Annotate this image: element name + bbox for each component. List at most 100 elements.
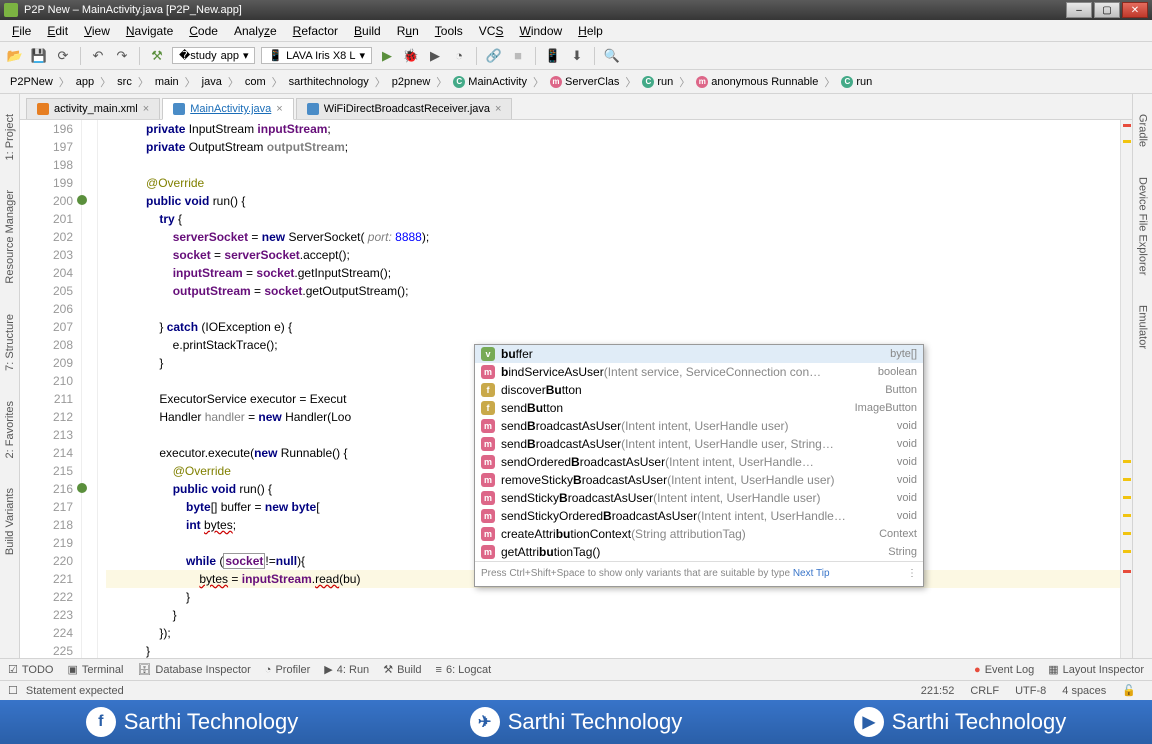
breadcrumb-item[interactable]: app — [72, 74, 98, 90]
sync-icon[interactable]: ⟳ — [54, 47, 72, 65]
breadcrumb-item[interactable]: Crun — [638, 74, 677, 90]
save-icon[interactable]: 💾 — [30, 47, 48, 65]
popup-menu-icon[interactable]: ⋮ — [907, 565, 917, 583]
run-icon[interactable]: ▶ — [378, 47, 396, 65]
caret-position[interactable]: 221:52 — [913, 685, 963, 697]
completion-item[interactable]: mgetAttributionTag()String — [475, 543, 923, 561]
close-button[interactable]: ✕ — [1122, 2, 1148, 18]
file-encoding[interactable]: UTF-8 — [1007, 685, 1054, 697]
menu-code[interactable]: Code — [183, 22, 224, 40]
menu-build[interactable]: Build — [348, 22, 387, 40]
error-stripe[interactable] — [1120, 120, 1132, 658]
left-tool-strip: 1: Project Resource Manager 7: Structure 2:… — [0, 94, 20, 658]
device-selector[interactable]: 📱 LAVA Iris X8 L ▾ — [261, 47, 372, 64]
profile-icon[interactable]: ◔ — [450, 47, 468, 65]
status-icon: ☐ — [8, 684, 18, 697]
toolbar: 📂 💾 ⟳ ↶ ↷ ⚒ �study app ▾ 📱 LAVA Iris X8 … — [0, 42, 1152, 70]
titlebar: P2P New – MainActivity.java [P2P_New.app… — [0, 0, 1152, 20]
menu-refactor[interactable]: Refactor — [287, 22, 344, 40]
menu-window[interactable]: Window — [513, 22, 568, 40]
tool-window-button[interactable]: 7: Structure — [4, 314, 16, 371]
next-tip-link[interactable]: Next Tip — [793, 568, 830, 579]
breadcrumb-item[interactable]: main — [151, 74, 183, 90]
build-tool[interactable]: ⚒ Build — [383, 663, 421, 676]
breadcrumb-item[interactable]: sarthitechnology — [285, 74, 373, 90]
close-tab-icon[interactable]: × — [495, 103, 501, 115]
stop-icon[interactable]: ■ — [509, 47, 527, 65]
breadcrumb-item[interactable]: java — [198, 74, 226, 90]
facebook-icon: f — [86, 707, 116, 737]
breadcrumb: P2PNew〉app〉src〉main〉java〉com〉sarthitechn… — [0, 70, 1152, 94]
indent-setting[interactable]: 4 spaces — [1054, 685, 1114, 697]
avd-icon[interactable]: 📱 — [544, 47, 562, 65]
completion-item[interactable]: mcreateAttributionContext(String attribu… — [475, 525, 923, 543]
completion-item[interactable]: msendOrderedBroadcastAsUser(Intent inten… — [475, 453, 923, 471]
read-lock-icon[interactable]: 🔓 — [1114, 684, 1144, 697]
layout-inspector-tool[interactable]: ▦ Layout Inspector — [1048, 663, 1144, 676]
undo-icon[interactable]: ↶ — [89, 47, 107, 65]
menu-navigate[interactable]: Navigate — [120, 22, 179, 40]
run-tool[interactable]: ▶ 4: Run — [324, 663, 369, 676]
tool-window-button[interactable]: 2: Favorites — [4, 401, 16, 458]
tool-window-button[interactable]: 1: Project — [4, 114, 16, 160]
minimize-button[interactable]: – — [1066, 2, 1092, 18]
tool-window-button[interactable]: Emulator — [1137, 305, 1149, 349]
tool-window-button[interactable]: Resource Manager — [4, 190, 16, 284]
completion-tip: Press Ctrl+Shift+Space to show only vari… — [475, 561, 923, 586]
menubar: FFileile Edit View Navigate Code Analyze… — [0, 20, 1152, 42]
editor-tab[interactable]: MainActivity.java× — [162, 98, 294, 120]
completion-item[interactable]: mremoveStickyBroadcastAsUser(Intent inte… — [475, 471, 923, 489]
redo-icon[interactable]: ↷ — [113, 47, 131, 65]
completion-item[interactable]: msendBroadcastAsUser(Intent intent, User… — [475, 435, 923, 453]
breadcrumb-item[interactable]: P2PNew — [6, 74, 57, 90]
completion-item[interactable]: fdiscoverButtonButton — [475, 381, 923, 399]
menu-analyze[interactable]: Analyze — [228, 22, 283, 40]
line-separator[interactable]: CRLF — [962, 685, 1007, 697]
menu-view[interactable]: View — [78, 22, 116, 40]
open-icon[interactable]: 📂 — [6, 47, 24, 65]
menu-file[interactable]: FFileile — [6, 22, 37, 40]
breadcrumb-item[interactable]: com — [241, 74, 270, 90]
sdk-icon[interactable]: ⬇ — [568, 47, 586, 65]
search-icon[interactable]: 🔍 — [603, 47, 621, 65]
todo-tool[interactable]: ☑ TODO — [8, 663, 53, 676]
completion-item[interactable]: fsendButtonImageButton — [475, 399, 923, 417]
close-tab-icon[interactable]: × — [276, 103, 282, 115]
menu-vcs[interactable]: VCS — [473, 22, 510, 40]
menu-edit[interactable]: Edit — [41, 22, 74, 40]
run-config-selector[interactable]: �study app ▾ — [172, 47, 255, 64]
code-editor[interactable]: 1961971981992002012022032042052062072082… — [20, 120, 1132, 658]
profiler-tool[interactable]: ◔ Profiler — [265, 664, 311, 676]
debug-icon[interactable]: 🐞 — [402, 47, 420, 65]
coverage-icon[interactable]: ▶ — [426, 47, 444, 65]
event-log-tool[interactable]: ● Event Log — [974, 664, 1034, 676]
editor-tab[interactable]: WiFiDirectBroadcastReceiver.java× — [296, 98, 513, 119]
menu-run[interactable]: Run — [391, 22, 425, 40]
attach-icon[interactable]: 🔗 — [485, 47, 503, 65]
close-tab-icon[interactable]: × — [143, 103, 149, 115]
breadcrumb-item[interactable]: p2pnew — [388, 74, 435, 90]
terminal-tool[interactable]: ▣ Terminal — [67, 663, 123, 676]
menu-tools[interactable]: Tools — [429, 22, 469, 40]
hammer-icon[interactable]: ⚒ — [148, 47, 166, 65]
completion-popup[interactable]: vbufferbyte[]mbindServiceAsUser(Intent s… — [474, 344, 924, 587]
completion-item[interactable]: mbindServiceAsUser(Intent service, Servi… — [475, 363, 923, 381]
tool-window-button[interactable]: Gradle — [1137, 114, 1149, 147]
completion-item[interactable]: msendStickyOrderedBroadcastAsUser(Intent… — [475, 507, 923, 525]
breadcrumb-item[interactable]: mServerClas — [546, 74, 623, 90]
maximize-button[interactable]: ▢ — [1094, 2, 1120, 18]
breadcrumb-item[interactable]: manonymous Runnable — [692, 74, 822, 90]
editor-tab[interactable]: activity_main.xml× — [26, 98, 160, 119]
completion-item[interactable]: msendStickyBroadcastAsUser(Intent intent… — [475, 489, 923, 507]
completion-item[interactable]: vbufferbyte[] — [475, 345, 923, 363]
breadcrumb-item[interactable]: CMainActivity — [449, 74, 531, 90]
logcat-tool[interactable]: ≡ 6: Logcat — [436, 664, 492, 676]
tool-window-button[interactable]: Build Variants — [4, 488, 16, 555]
breadcrumb-item[interactable]: Crun — [837, 74, 876, 90]
editor-tabs: activity_main.xml×MainActivity.java×WiFi… — [20, 94, 1132, 120]
menu-help[interactable]: Help — [572, 22, 609, 40]
completion-item[interactable]: msendBroadcastAsUser(Intent intent, User… — [475, 417, 923, 435]
tool-window-button[interactable]: Device File Explorer — [1137, 177, 1149, 275]
breadcrumb-item[interactable]: src — [113, 74, 136, 90]
db-inspector-tool[interactable]: 🗄 Database Inspector — [137, 663, 250, 676]
